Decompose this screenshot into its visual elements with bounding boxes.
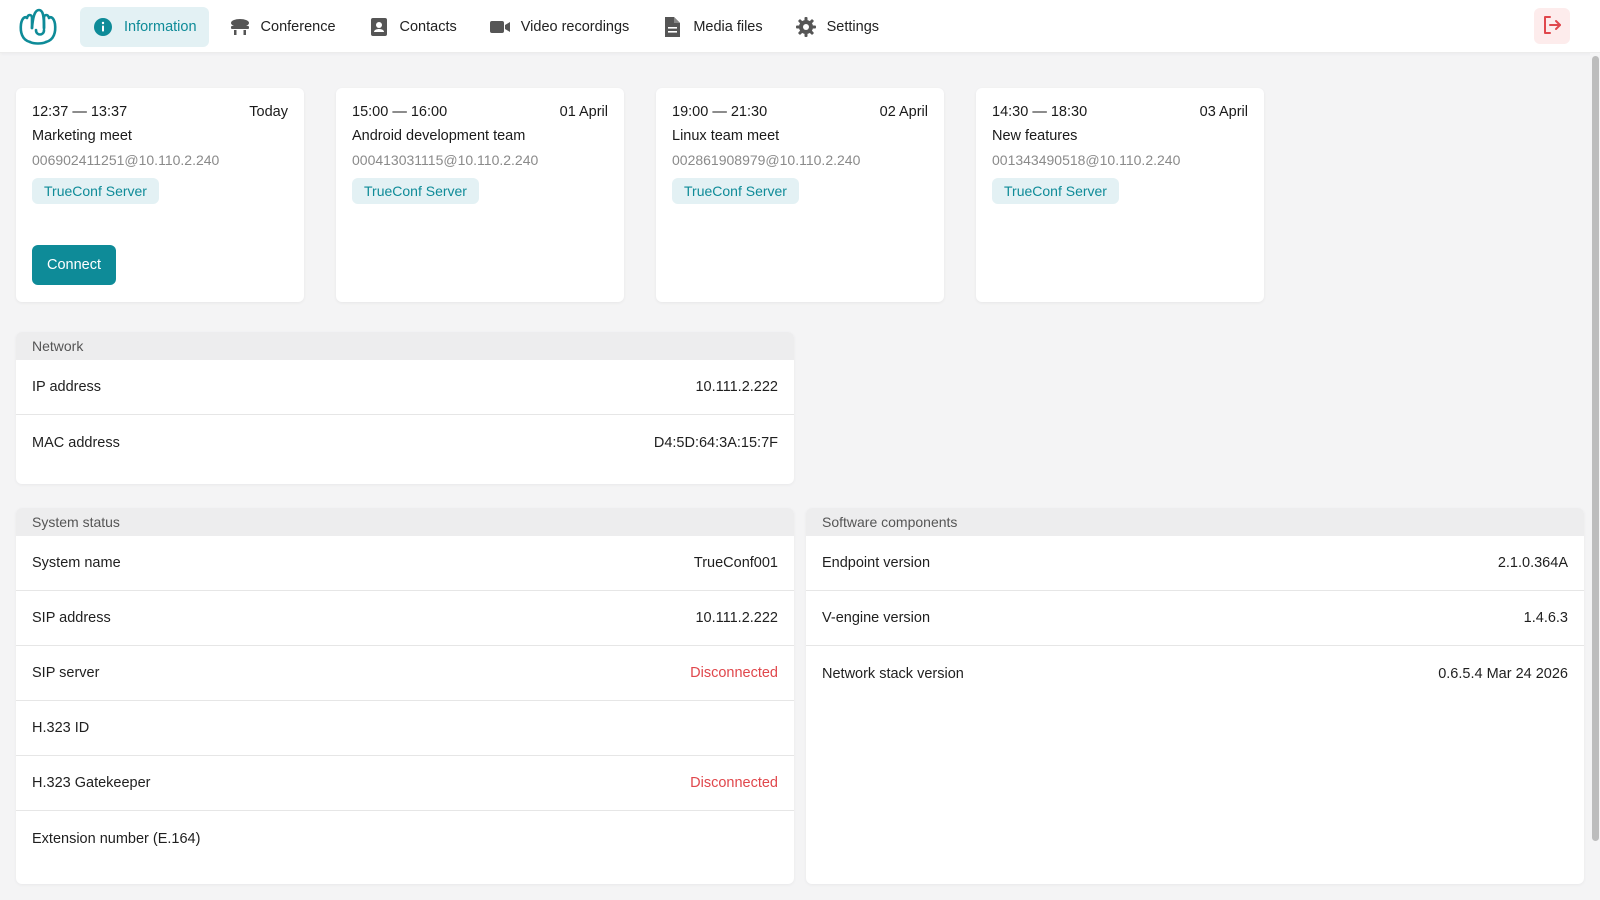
row-label: SIP server bbox=[32, 665, 100, 681]
nav-item-label: Media files bbox=[693, 19, 763, 35]
row-value: D4:5D:64:3A:15:7F bbox=[653, 434, 778, 451]
meeting-time: 19:00 — 21:30 bbox=[672, 104, 768, 120]
gear-icon bbox=[795, 16, 817, 38]
panel-title: System status bbox=[16, 508, 794, 536]
nav-item-label: Video recordings bbox=[520, 19, 630, 35]
main-nav: Information Conference Contacts Video re… bbox=[80, 7, 891, 47]
nav-item-label: Contacts bbox=[399, 19, 457, 35]
nav-item-settings[interactable]: Settings bbox=[783, 7, 891, 47]
info-row: SIP server Disconnected bbox=[16, 646, 794, 701]
meeting-address: 000413031115@10.110.2.240 bbox=[352, 152, 539, 168]
meeting-time: 14:30 — 18:30 bbox=[992, 104, 1088, 120]
server-badge: TrueConf Server bbox=[32, 178, 159, 204]
nav-item-media-files[interactable]: Media files bbox=[649, 7, 774, 47]
network-panel: Network IP address 10.111.2.222 MAC addr… bbox=[16, 332, 794, 484]
meeting-date: 02 April bbox=[879, 104, 928, 120]
info-row: V-engine version 1.4.6.3 bbox=[806, 591, 1584, 646]
row-label: System name bbox=[32, 555, 121, 571]
nav-item-label: Settings bbox=[826, 19, 880, 35]
meeting-card[interactable]: 12:37 — 13:37 Today Marketing meet 00690… bbox=[16, 88, 304, 302]
meeting-time: 15:00 — 16:00 bbox=[352, 104, 448, 120]
meeting-title: Marketing meet bbox=[32, 128, 132, 144]
row-label: Extension number (E.164) bbox=[32, 830, 201, 847]
meeting-address: 001343490518@10.110.2.240 bbox=[992, 152, 1181, 168]
row-value: 10.111.2.222 bbox=[695, 610, 778, 626]
meeting-cards: 12:37 — 13:37 Today Marketing meet 00690… bbox=[16, 88, 1264, 302]
logout-button[interactable] bbox=[1534, 8, 1570, 44]
scrollbar-thumb[interactable] bbox=[1592, 56, 1599, 841]
info-icon bbox=[92, 16, 114, 38]
info-row: H.323 ID bbox=[16, 701, 794, 756]
meeting-address: 006902411251@10.110.2.240 bbox=[32, 152, 220, 168]
trueconf-logo-icon[interactable] bbox=[14, 5, 66, 49]
row-value: 2.1.0.364A bbox=[1497, 555, 1568, 571]
status-value-disconnected: Disconnected bbox=[690, 665, 778, 681]
video-icon bbox=[489, 16, 511, 38]
panel-title: Software components bbox=[806, 508, 1584, 536]
panel-title: Network bbox=[16, 332, 794, 360]
row-label: SIP address bbox=[32, 610, 111, 626]
info-row: H.323 Gatekeeper Disconnected bbox=[16, 756, 794, 811]
nav-item-conference[interactable]: Conference bbox=[217, 7, 348, 47]
info-row: Network stack version 0.6.5.4 Mar 24 202… bbox=[806, 646, 1584, 701]
meeting-title: Android development team bbox=[352, 128, 526, 144]
contacts-icon bbox=[368, 16, 390, 38]
row-value: TrueConf001 bbox=[693, 555, 778, 571]
meeting-date: Today bbox=[249, 104, 288, 120]
connect-button[interactable]: Connect bbox=[32, 245, 116, 285]
server-badge: TrueConf Server bbox=[352, 178, 479, 204]
meeting-card[interactable]: 15:00 — 16:00 01 April Android developme… bbox=[336, 88, 624, 302]
meeting-date: 01 April bbox=[559, 104, 608, 120]
row-label: H.323 ID bbox=[32, 720, 90, 736]
nav-item-contacts[interactable]: Contacts bbox=[356, 7, 469, 47]
system-status-panel: System status System name TrueConf001 SI… bbox=[16, 508, 794, 884]
file-icon bbox=[661, 16, 683, 38]
row-value: 0.6.5.4 Mar 24 2026 bbox=[1438, 665, 1568, 682]
top-navigation-bar: Information Conference Contacts Video re… bbox=[0, 0, 1600, 53]
server-badge: TrueConf Server bbox=[992, 178, 1119, 204]
row-label: V-engine version bbox=[822, 610, 931, 626]
nav-item-label: Conference bbox=[260, 19, 336, 35]
meeting-address: 002861908979@10.110.2.240 bbox=[672, 152, 861, 168]
server-badge: TrueConf Server bbox=[672, 178, 799, 204]
meeting-card[interactable]: 19:00 — 21:30 02 April Linux team meet 0… bbox=[656, 88, 944, 302]
row-label: IP address bbox=[32, 379, 102, 395]
meeting-card[interactable]: 14:30 — 18:30 03 April New features 0013… bbox=[976, 88, 1264, 302]
nav-item-video-recordings[interactable]: Video recordings bbox=[477, 7, 642, 47]
meeting-time: 12:37 — 13:37 bbox=[32, 104, 128, 120]
meeting-title: Linux team meet bbox=[672, 128, 780, 144]
meeting-title: New features bbox=[992, 128, 1078, 144]
info-row: Endpoint version 2.1.0.364A bbox=[806, 536, 1584, 591]
row-label: H.323 Gatekeeper bbox=[32, 775, 151, 791]
nav-item-label: Information bbox=[124, 19, 197, 35]
info-row: MAC address D4:5D:64:3A:15:7F bbox=[16, 415, 794, 470]
software-components-panel: Software components Endpoint version 2.1… bbox=[806, 508, 1584, 884]
row-label: Network stack version bbox=[822, 665, 964, 682]
row-value: 10.111.2.222 bbox=[695, 379, 778, 395]
conference-icon bbox=[229, 16, 251, 38]
info-row: SIP address 10.111.2.222 bbox=[16, 591, 794, 646]
nav-item-information[interactable]: Information bbox=[80, 7, 209, 47]
status-value-disconnected: Disconnected bbox=[690, 775, 778, 791]
info-row: System name TrueConf001 bbox=[16, 536, 794, 591]
logout-icon bbox=[1541, 14, 1563, 39]
info-row: IP address 10.111.2.222 bbox=[16, 360, 794, 415]
info-row: Extension number (E.164) bbox=[16, 811, 794, 866]
row-label: Endpoint version bbox=[822, 555, 931, 571]
meeting-date: 03 April bbox=[1199, 104, 1248, 120]
row-value: 1.4.6.3 bbox=[1523, 610, 1568, 626]
row-label: MAC address bbox=[32, 434, 120, 451]
